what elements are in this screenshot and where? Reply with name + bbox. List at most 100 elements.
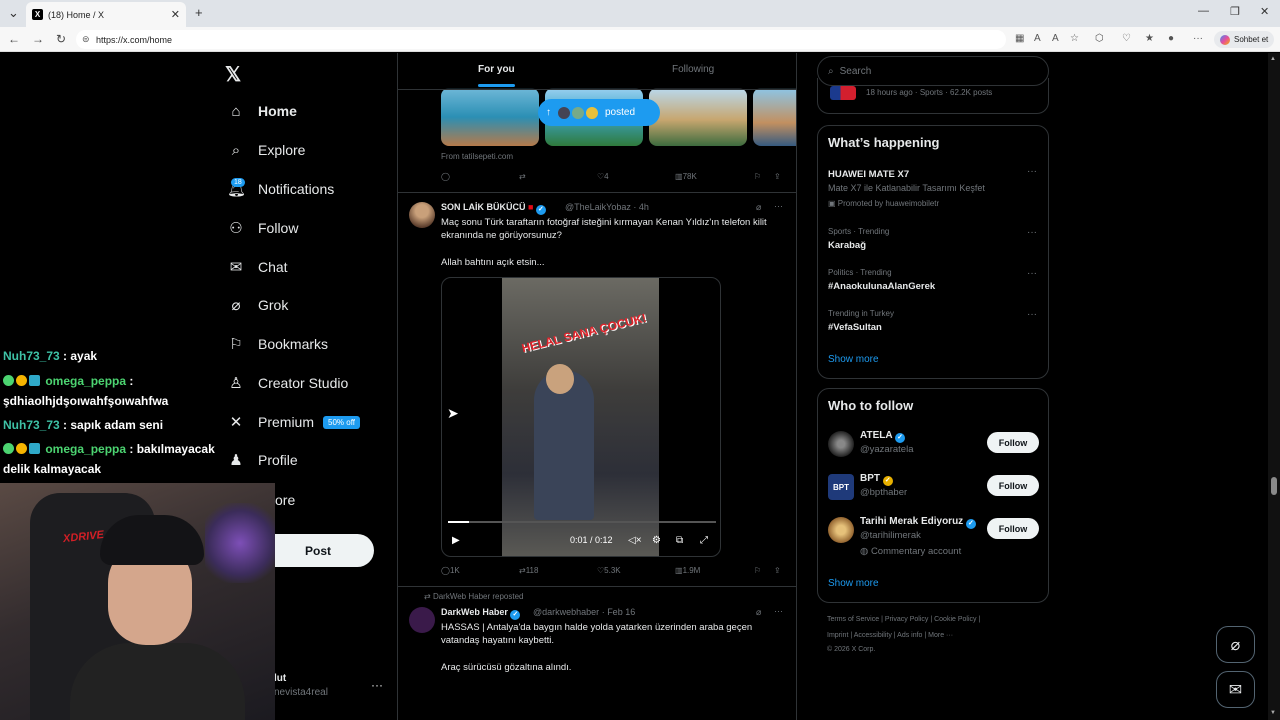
avatar[interactable] <box>828 431 854 457</box>
settings-gear-icon[interactable]: ⚙ <box>652 535 661 546</box>
browser-tab[interactable]: X (18) Home / X ✕ <box>26 2 186 27</box>
like-button[interactable]: ♡ 5.3K <box>597 566 621 575</box>
tweet-time[interactable]: Feb 16 <box>607 607 635 617</box>
scroll-up-icon[interactable]: ▲ <box>1270 56 1276 62</box>
avatar[interactable] <box>409 202 435 228</box>
share-icon[interactable]: ⇪ <box>774 172 781 181</box>
favorite-star-icon[interactable]: ☆ <box>1070 33 1079 44</box>
trend-name[interactable]: HUAWEI MATE X7 <box>828 169 909 180</box>
video-player[interactable]: HELAL SANA ÇOCUK! ▶ 0:01 / 0:12 ◁× ⚙ ⧉ ⤢ <box>441 277 721 557</box>
grok-icon[interactable]: ⌀ <box>756 607 761 618</box>
nav-profile[interactable]: ♟ Profile <box>227 446 297 474</box>
browser-essentials-icon[interactable]: ♡ <box>1122 33 1131 44</box>
scroll-down-icon[interactable]: ▼ <box>1270 710 1276 716</box>
nav-grok[interactable]: ⌀ Grok <box>227 291 288 319</box>
repost-icon[interactable]: ⇄ <box>519 172 526 181</box>
settings-more-icon[interactable]: ··· <box>1193 33 1203 44</box>
nav-follow[interactable]: ⚇ Follow <box>227 214 298 242</box>
messages-fab-icon[interactable]: ✉ <box>1216 671 1255 708</box>
nav-home[interactable]: ⌂ Home <box>227 97 296 125</box>
fullscreen-icon[interactable]: ⤢ <box>700 535 708 546</box>
tweet-time[interactable]: 4h <box>639 202 649 212</box>
avatar[interactable] <box>828 517 854 543</box>
scrollbar-thumb[interactable] <box>1271 477 1277 495</box>
back-icon[interactable]: ← <box>8 32 20 46</box>
translate-icon[interactable]: A <box>1034 33 1041 44</box>
mute-icon[interactable]: ◁× <box>628 535 642 546</box>
like-button[interactable]: ♡ 4 <box>597 172 609 181</box>
nav-bookmarks[interactable]: ⚐ Bookmarks <box>227 330 328 358</box>
x-logo-icon[interactable]: 𝕏 <box>225 62 241 87</box>
page-scrollbar[interactable]: ▲ ▼ <box>1268 53 1280 720</box>
grok-fab-icon[interactable]: ⌀ <box>1216 626 1255 663</box>
repost-button[interactable]: ⇄ 118 <box>519 566 538 575</box>
more-options-icon[interactable]: ··· <box>1027 309 1037 320</box>
reload-icon[interactable]: ↻ <box>56 32 66 46</box>
profile-avatar-icon[interactable]: ● <box>1168 33 1174 44</box>
author-handle[interactable]: @TheLaikYobaz <box>565 202 631 212</box>
account-menu-icon[interactable]: ··· <box>371 678 383 692</box>
read-aloud-icon[interactable]: A <box>1052 33 1059 44</box>
account-name[interactable]: lut <box>274 673 286 684</box>
copilot-chat-button[interactable]: Sohbet et <box>1214 31 1275 48</box>
bookmark-icon[interactable]: ⚐ <box>754 172 761 181</box>
account-handle[interactable]: nevista4real <box>274 687 328 698</box>
author-handle[interactable]: @darkwebhaber <box>533 607 599 617</box>
new-tab-icon[interactable]: + <box>195 5 203 20</box>
card-source[interactable]: From tatilsepeti.com <box>441 152 513 161</box>
follow-button[interactable]: Follow <box>987 432 1039 453</box>
avatar[interactable]: BPT <box>828 474 854 500</box>
card-image[interactable] <box>649 88 747 146</box>
show-more-link[interactable]: Show more <box>828 354 879 365</box>
more-options-icon[interactable]: ··· <box>1027 166 1037 177</box>
nav-premium[interactable]: ✕ Premium 50% off <box>227 408 360 436</box>
video-progress-bar[interactable] <box>448 521 716 523</box>
grok-icon[interactable]: ⌀ <box>756 202 761 213</box>
more-options-icon[interactable]: ··· <box>1027 227 1037 238</box>
tweet-author[interactable]: DarkWeb Haber ✓ <box>441 607 521 620</box>
tweet-author[interactable]: SON LAİK BÜKÜCÜ ■ ✓ <box>441 202 546 215</box>
new-posts-pill[interactable]: ↑ posted <box>538 99 660 126</box>
search-input[interactable]: ⌕ Search <box>817 56 1049 86</box>
play-icon[interactable]: ▶ <box>452 535 460 546</box>
forward-icon[interactable]: → <box>32 32 44 46</box>
nav-chat[interactable]: ✉ Chat <box>227 253 288 281</box>
reply-button[interactable]: ◯ 1K <box>441 566 460 575</box>
tab-list-icon[interactable]: ⌄ <box>8 5 19 21</box>
nav-explore[interactable]: ⌕ Explore <box>227 136 306 164</box>
footer-links[interactable]: Imprint | Accessibility | Ads info | Mor… <box>827 632 953 639</box>
url-field[interactable]: ⊜ https://x.com/home <box>76 30 1006 49</box>
trend-name[interactable]: #AnaokulunaAlanGerek <box>828 281 935 292</box>
card-image[interactable] <box>753 88 796 146</box>
trend-name[interactable]: #VefaSultan <box>828 322 882 333</box>
more-options-icon[interactable]: ··· <box>1027 268 1037 279</box>
bookmark-icon[interactable]: ⚐ <box>754 566 761 575</box>
nav-creator-studio[interactable]: ♙ Creator Studio <box>227 369 348 397</box>
app-icon[interactable]: ▦ <box>1015 33 1024 44</box>
footer-links[interactable]: Terms of Service | Privacy Policy | Cook… <box>827 616 980 623</box>
more-options-icon[interactable]: ··· <box>774 201 783 211</box>
picture-in-picture-icon[interactable]: ⧉ <box>676 535 683 546</box>
restore-icon[interactable]: ❐ <box>1230 5 1240 18</box>
reply-icon[interactable]: ◯ <box>441 172 450 181</box>
account-name[interactable]: ATELA ✓ <box>860 430 905 443</box>
nav-more[interactable]: ore <box>275 486 295 514</box>
repost-context[interactable]: ⇄ DarkWeb Haber reposted <box>424 592 524 601</box>
card-image[interactable] <box>441 88 539 146</box>
favorites-icon[interactable]: ★ <box>1145 33 1154 44</box>
account-name[interactable]: BPT ✓ <box>860 473 893 486</box>
minimize-icon[interactable]: — <box>1198 5 1209 17</box>
account-name[interactable]: Tarihi Merak Ediyoruz ✓ <box>860 516 976 529</box>
follow-button[interactable]: Follow <box>987 518 1039 539</box>
tab-for-you[interactable]: For you <box>478 64 515 87</box>
follow-button[interactable]: Follow <box>987 475 1039 496</box>
views-button[interactable]: ▥ 1.9M <box>675 566 700 575</box>
trend-name[interactable]: Karabağ <box>828 240 866 251</box>
extensions-icon[interactable]: ⬡ <box>1095 33 1104 44</box>
views-button[interactable]: ▥ 78K <box>675 172 697 181</box>
show-more-link[interactable]: Show more <box>828 578 879 589</box>
tab-following[interactable]: Following <box>672 64 714 75</box>
site-info-icon[interactable]: ⊜ <box>82 34 90 45</box>
more-options-icon[interactable]: ··· <box>774 606 783 616</box>
avatar[interactable] <box>409 607 435 633</box>
